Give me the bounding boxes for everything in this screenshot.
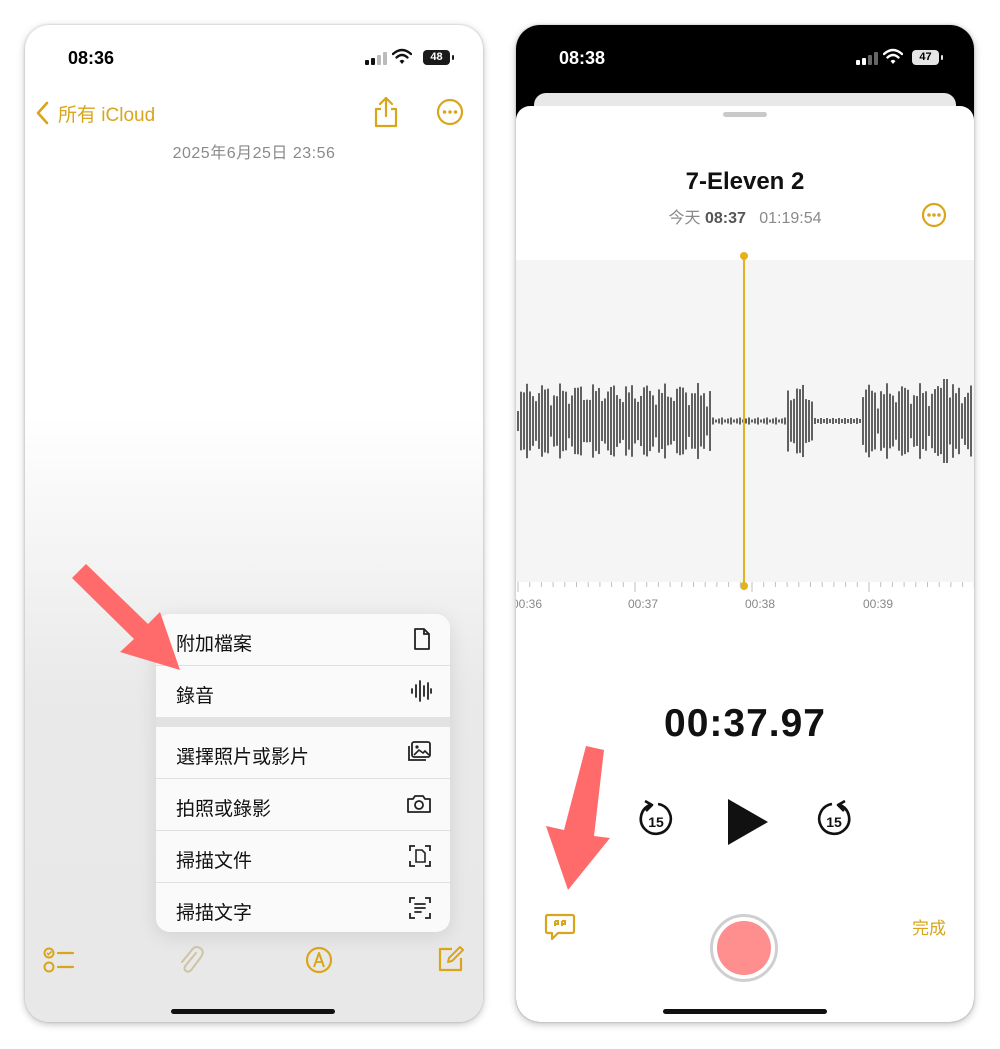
menu-item-take-photo[interactable]: 拍照或錄影 bbox=[156, 779, 450, 831]
back-label: 所有 iCloud bbox=[58, 104, 156, 126]
recording-time: 08:37 bbox=[704, 210, 746, 227]
tick-label: 00:36 bbox=[516, 597, 543, 611]
menu-item-scan-document[interactable]: 掃描文件 bbox=[156, 831, 450, 883]
menu-item-record-audio[interactable]: 錄音 bbox=[156, 666, 450, 717]
skip-back-15-icon[interactable]: 15 bbox=[636, 799, 676, 841]
markup-pen-icon[interactable] bbox=[305, 946, 333, 974]
play-icon[interactable] bbox=[725, 797, 771, 847]
annotation-arrow-icon bbox=[72, 564, 180, 670]
status-time: 08:36 bbox=[68, 48, 115, 68]
back-button[interactable]: 所有 iCloud bbox=[34, 98, 155, 128]
compose-note-icon[interactable] bbox=[436, 944, 466, 974]
cellular-signal-icon bbox=[856, 52, 880, 65]
recording-meta: 今天 08:37 01:19:54 bbox=[516, 204, 974, 228]
recording-day: 今天 bbox=[668, 210, 701, 227]
skip-forward-15-icon[interactable]: 15 bbox=[814, 799, 854, 841]
elapsed-time: 00:37.97 bbox=[664, 702, 826, 745]
recording-title: 7-Eleven 2 bbox=[685, 168, 805, 195]
checklist-icon[interactable] bbox=[43, 946, 75, 974]
menu-item-label: 錄音 bbox=[176, 686, 215, 707]
more-options-icon[interactable] bbox=[436, 98, 464, 126]
wifi-icon bbox=[883, 48, 903, 64]
done-button[interactable]: 完成 bbox=[912, 914, 946, 939]
tick-label: 00:38 bbox=[745, 597, 776, 611]
menu-item-label: 拍照或錄影 bbox=[176, 799, 272, 820]
camera-icon bbox=[407, 795, 431, 813]
menu-item-label: 掃描文字 bbox=[176, 903, 253, 924]
skip-forward-label: 15 bbox=[826, 814, 842, 830]
status-bar: 08:36 48 bbox=[25, 25, 483, 85]
wifi-icon bbox=[392, 48, 412, 64]
transcript-quote-icon[interactable] bbox=[544, 912, 576, 942]
sheet-grabber[interactable] bbox=[723, 112, 767, 117]
photo-library-icon bbox=[408, 741, 431, 761]
playhead[interactable] bbox=[738, 250, 750, 592]
scan-document-icon bbox=[409, 845, 431, 867]
status-bar: 08:38 47 bbox=[516, 25, 974, 85]
record-button[interactable] bbox=[710, 914, 778, 982]
battery-icon: 47 bbox=[912, 50, 943, 65]
menu-item-label: 掃描文件 bbox=[176, 851, 253, 872]
menu-item-scan-text[interactable]: 掃描文字 bbox=[156, 883, 450, 932]
menu-item-label: 選擇照片或影片 bbox=[176, 747, 310, 768]
menu-item-choose-photo[interactable]: 選擇照片或影片 bbox=[156, 727, 450, 779]
home-indicator bbox=[663, 1009, 827, 1014]
attachment-menu: 附加檔案 錄音 選擇照片或影片 拍照或錄影 掃描文件 掃描文字 bbox=[156, 614, 450, 932]
tick-label: 00:37 bbox=[628, 597, 659, 611]
paperclip-icon[interactable] bbox=[176, 944, 206, 976]
home-indicator bbox=[171, 1009, 335, 1014]
record-dot bbox=[717, 921, 771, 975]
waveform-icon bbox=[411, 680, 432, 702]
recording-duration: 01:19:54 bbox=[759, 210, 822, 227]
battery-icon: 48 bbox=[423, 50, 454, 65]
timeline-ticks bbox=[517, 582, 974, 592]
share-icon[interactable] bbox=[372, 95, 400, 129]
tick-label: 00:39 bbox=[863, 597, 894, 611]
document-icon bbox=[414, 628, 430, 650]
scan-text-icon bbox=[409, 897, 431, 919]
timeline-ruler: 00:36 00:37 00:38 00:39 bbox=[516, 582, 974, 622]
skip-back-label: 15 bbox=[648, 814, 664, 830]
more-options-icon[interactable] bbox=[920, 201, 948, 229]
cellular-signal-icon bbox=[365, 52, 389, 65]
chevron-left-icon bbox=[36, 101, 49, 125]
status-time: 08:38 bbox=[559, 48, 606, 68]
note-date: 2025年6月25日 23:56 bbox=[172, 145, 336, 162]
menu-separator bbox=[156, 717, 450, 727]
menu-item-attach-file[interactable]: 附加檔案 bbox=[156, 614, 450, 666]
notes-phone-screen: 08:36 48 所有 iCloud 2025年6月25日 23:56 附加檔案 bbox=[25, 25, 483, 1022]
annotation-arrow-icon bbox=[546, 746, 610, 890]
